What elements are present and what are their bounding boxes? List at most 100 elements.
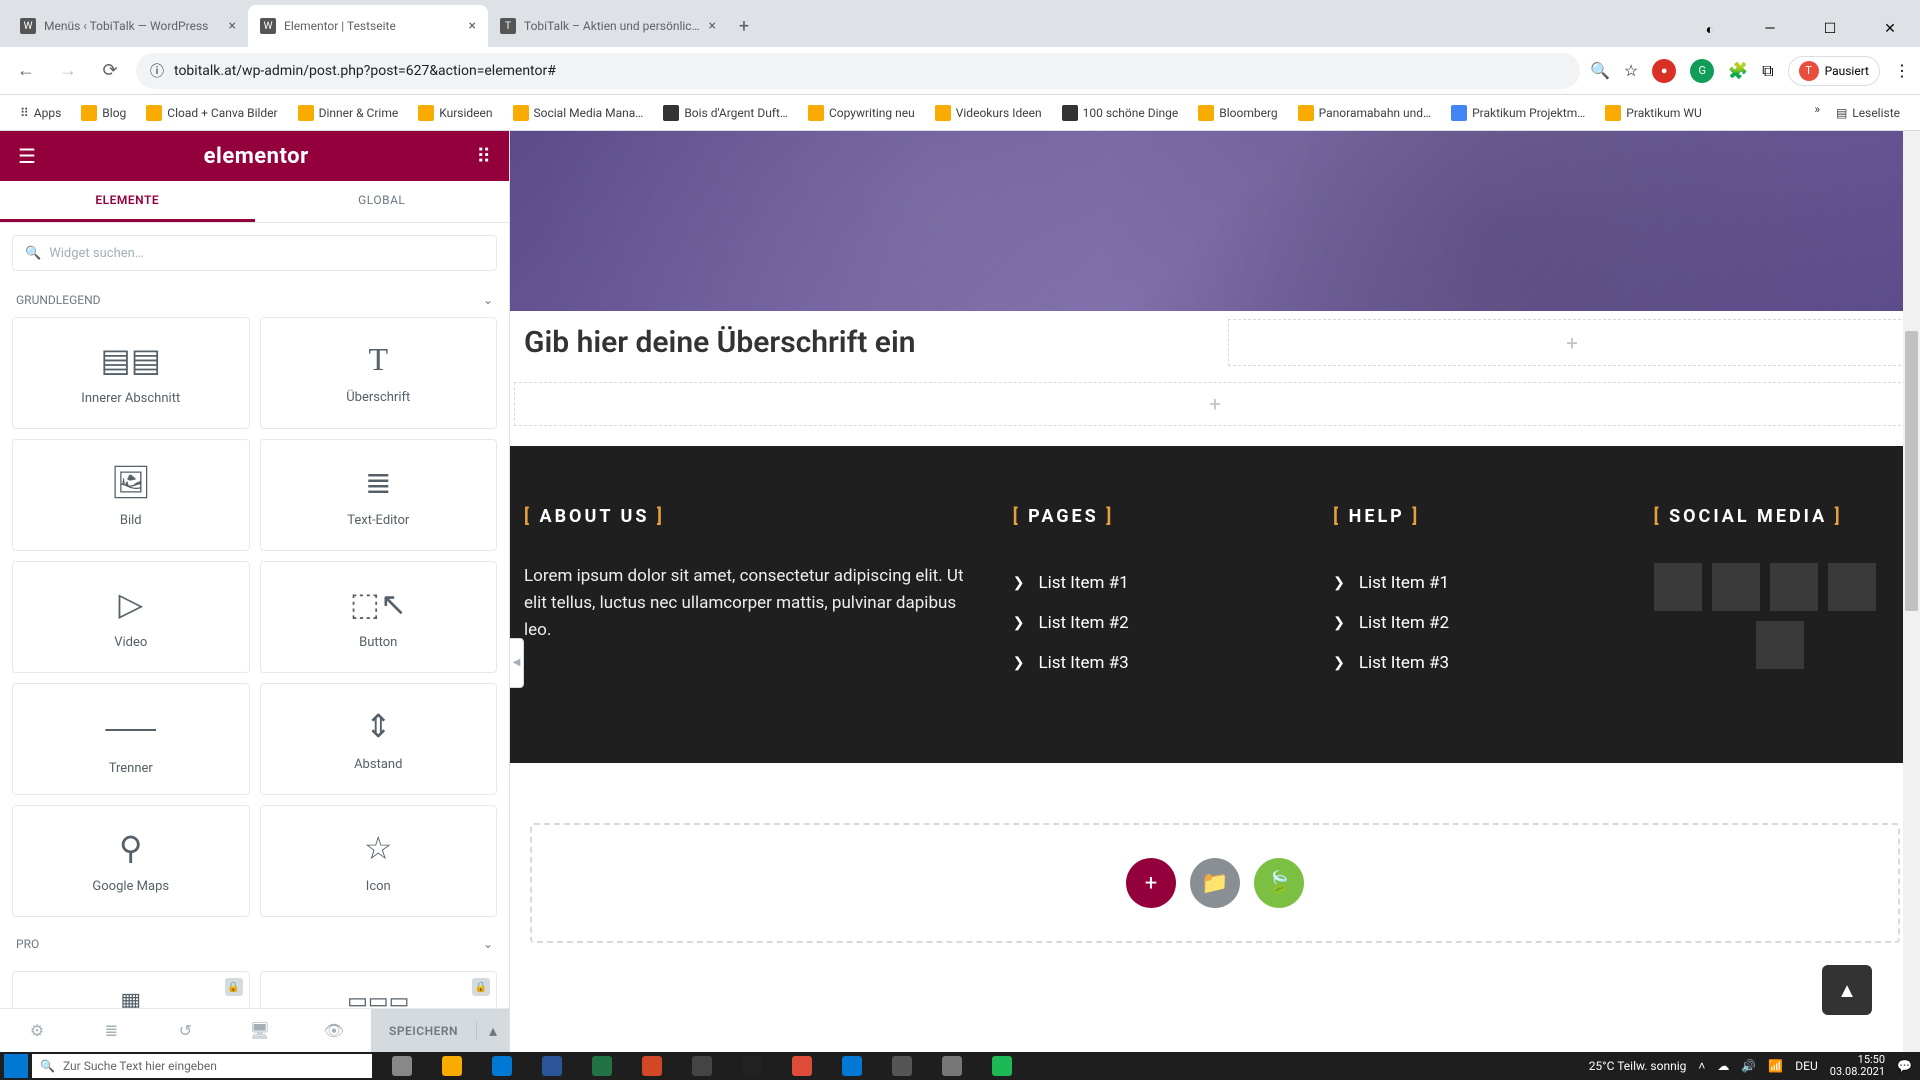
notifications-icon[interactable]: 💬 (1897, 1059, 1912, 1073)
search-input[interactable]: 🔍 Widget suchen… (12, 235, 497, 271)
close-window-button[interactable]: ✕ (1860, 11, 1920, 47)
bookmark-item[interactable]: Blog (73, 101, 134, 125)
list-item[interactable]: ❯List Item #2 (1013, 603, 1293, 643)
taskbar-app[interactable] (678, 1052, 726, 1080)
taskbar-app-edge[interactable] (828, 1052, 876, 1080)
back-button[interactable]: ← (10, 55, 42, 87)
reload-button[interactable]: ⟳ (94, 55, 126, 87)
bookmark-item[interactable]: Panoramabahn und… (1290, 101, 1439, 125)
widget-button[interactable]: ⬚↖Button (260, 561, 498, 673)
taskbar-app-explorer[interactable] (428, 1052, 476, 1080)
tray-chevron-icon[interactable]: ˄ (1698, 1059, 1705, 1073)
sidebar-collapse-handle[interactable]: ◀ (510, 638, 524, 688)
taskbar-app-chrome[interactable] (778, 1052, 826, 1080)
taskbar-app[interactable] (928, 1052, 976, 1080)
taskbar-app[interactable] (878, 1052, 926, 1080)
zoom-icon[interactable]: 🔍 (1590, 61, 1610, 80)
url-input[interactable]: ⓘ tobitalk.at/wp-admin/post.php?post=627… (136, 53, 1580, 89)
history-button[interactable]: ↺ (148, 1009, 222, 1052)
social-icon[interactable] (1712, 563, 1760, 611)
add-section-button[interactable]: + (1126, 858, 1176, 908)
add-envato-button[interactable]: 🍃 (1254, 858, 1304, 908)
close-icon[interactable]: × (709, 18, 716, 34)
wifi-icon[interactable]: 📶 (1768, 1059, 1783, 1073)
list-item[interactable]: ❯List Item #3 (1013, 643, 1293, 683)
reading-list-icon[interactable]: ⧉ (1762, 61, 1773, 81)
tab-elements[interactable]: ELEMENTE (0, 181, 255, 222)
taskbar-app-word[interactable] (528, 1052, 576, 1080)
bookmarks-overflow[interactable]: » (1814, 102, 1820, 124)
widget-icon[interactable]: ☆Icon (260, 805, 498, 917)
heading-widget[interactable]: Gib hier deine Überschrift ein (510, 315, 1224, 370)
taskbar-app-powerpoint[interactable] (628, 1052, 676, 1080)
close-icon[interactable]: × (229, 18, 236, 34)
apps-button[interactable]: ⠿Apps (12, 102, 69, 124)
section-pro[interactable]: PRO ⌄ (12, 927, 497, 961)
task-view-button[interactable] (378, 1052, 426, 1080)
incognito-icon[interactable]: ◐ (1680, 11, 1740, 47)
preview-button[interactable]: 👁 (297, 1009, 371, 1052)
maximize-button[interactable]: ☐ (1800, 11, 1860, 47)
onedrive-icon[interactable]: ☁ (1717, 1059, 1729, 1073)
widget-text-editor[interactable]: ≣Text-Editor (260, 439, 498, 551)
bookmark-item[interactable]: Bloomberg (1190, 101, 1285, 125)
empty-column[interactable]: + (1228, 319, 1916, 366)
start-button[interactable] (4, 1054, 28, 1078)
widget-heading[interactable]: TÜberschrift (260, 317, 498, 429)
editor-canvas[interactable]: Gib hier deine Überschrift ein + + [ ABO… (510, 131, 1920, 1052)
hero-section[interactable] (510, 131, 1920, 311)
site-info-icon[interactable]: ⓘ (150, 61, 164, 81)
browser-tab-2[interactable]: T TobiTalk – Aktien und persönlich… × (488, 5, 728, 47)
taskbar-app-spotify[interactable] (978, 1052, 1026, 1080)
widget-pro-locked[interactable]: 🔒▦ (12, 971, 250, 1008)
add-section-dropzone[interactable]: + 📁 🍃 (530, 823, 1900, 943)
reading-list-button[interactable]: ▤Leseliste (1828, 102, 1908, 124)
section-basic[interactable]: GRUNDLEGEND ⌄ (0, 283, 509, 317)
browser-tab-1[interactable]: W Elementor | Testseite × (248, 5, 488, 47)
extension-icon[interactable]: ● (1652, 59, 1676, 83)
social-icon[interactable] (1770, 563, 1818, 611)
settings-button[interactable]: ⚙ (0, 1009, 74, 1052)
social-icon[interactable] (1654, 563, 1702, 611)
minimize-button[interactable]: — (1740, 11, 1800, 47)
bookmark-item[interactable]: Cload + Canva Bilder (138, 101, 285, 125)
bookmark-item[interactable]: Social Media Mana… (505, 101, 652, 125)
close-icon[interactable]: × (469, 18, 476, 34)
social-icon[interactable] (1756, 621, 1804, 669)
widgets-grid-icon[interactable]: ⠿ (476, 144, 491, 168)
browser-tab-0[interactable]: W Menüs ‹ TobiTalk — WordPress × (8, 5, 248, 47)
new-tab-button[interactable]: + (728, 5, 760, 47)
footer-section[interactable]: [ ABOUT US ] Lorem ipsum dolor sit amet,… (510, 446, 1920, 763)
scrollbar-thumb[interactable] (1905, 331, 1918, 611)
save-button[interactable]: SPEICHERN ▴ (371, 1009, 509, 1052)
navigator-button[interactable]: ≣ (74, 1009, 148, 1052)
widget-google-maps[interactable]: ⚲Google Maps (12, 805, 250, 917)
scroll-to-top-button[interactable]: ▲ (1822, 965, 1872, 1015)
extensions-icon[interactable]: 🧩 (1728, 61, 1748, 80)
responsive-button[interactable]: 🖥 (223, 1009, 297, 1052)
widget-pro-locked[interactable]: 🔒▭▭▭ (260, 971, 498, 1008)
extension-icon[interactable]: G (1690, 59, 1714, 83)
volume-icon[interactable]: 🔊 (1741, 1059, 1756, 1073)
bookmark-star-icon[interactable]: ☆ (1624, 61, 1638, 80)
menu-icon[interactable]: ⋮ (1894, 61, 1910, 80)
list-item[interactable]: ❯List Item #2 (1333, 603, 1613, 643)
empty-column[interactable]: + (514, 382, 1916, 426)
menu-icon[interactable]: ☰ (18, 144, 36, 168)
footer-social[interactable]: [ SOCIAL MEDIA ] (1654, 506, 1906, 683)
taskbar-app-obs[interactable] (728, 1052, 776, 1080)
social-icon[interactable] (1828, 563, 1876, 611)
widget-divider[interactable]: ⸺Trenner (12, 683, 250, 795)
widget-video[interactable]: ▷Video (12, 561, 250, 673)
widget-inner-section[interactable]: ▤▤Innerer Abschnitt (12, 317, 250, 429)
bookmark-item[interactable]: Kursideen (410, 101, 500, 125)
forward-button[interactable]: → (52, 55, 84, 87)
profile-paused-pill[interactable]: T Pausiert (1788, 56, 1880, 86)
list-item[interactable]: ❯List Item #1 (1333, 563, 1613, 603)
save-options-icon[interactable]: ▴ (476, 1021, 509, 1040)
bookmark-item[interactable]: Copywriting neu (800, 101, 923, 125)
widget-image[interactable]: 🖼Bild (12, 439, 250, 551)
bookmark-item[interactable]: Praktikum Projektm… (1443, 101, 1593, 125)
footer-help[interactable]: [ HELP ] ❯List Item #1 ❯List Item #2 ❯Li… (1333, 506, 1613, 683)
list-item[interactable]: ❯List Item #3 (1333, 643, 1613, 683)
